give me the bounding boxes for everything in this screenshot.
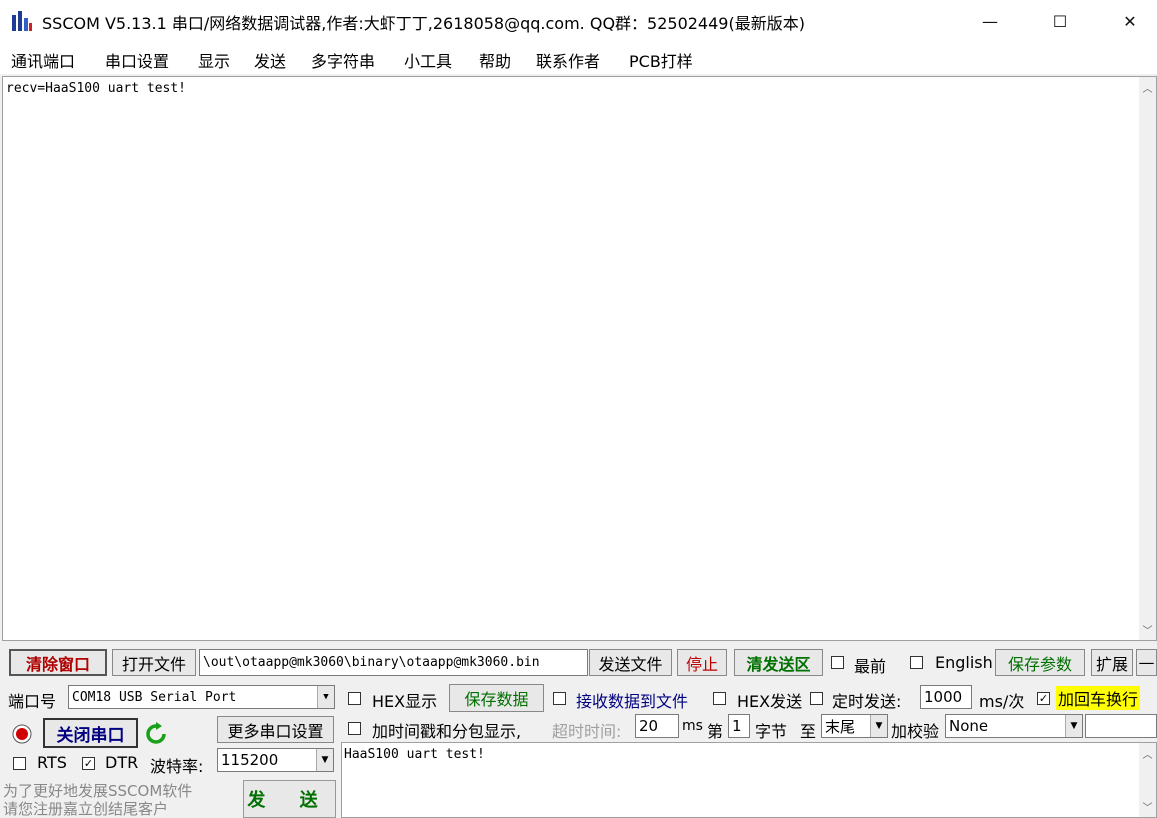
promo-line-1: 为了更好地发展SSCOM软件 bbox=[3, 782, 193, 800]
baud-label: 波特率: bbox=[150, 757, 204, 776]
port-label: 端口号 bbox=[8, 692, 57, 711]
timed-send-label: 定时发送: bbox=[832, 692, 902, 711]
menu-tools[interactable]: 小工具 bbox=[404, 48, 452, 72]
recv-to-file-checkbox[interactable] bbox=[553, 692, 566, 705]
byte-index-input[interactable]: 1 bbox=[728, 714, 750, 738]
menu-multi-string[interactable]: 多字符串 bbox=[311, 48, 375, 72]
timeout-unit-label: ms bbox=[682, 718, 703, 734]
receive-scrollbar[interactable]: ︿ ﹀ bbox=[1139, 77, 1156, 640]
hex-display-label: HEX显示 bbox=[372, 692, 438, 711]
port-value: COM18 USB Serial Port bbox=[72, 689, 237, 705]
receive-text: recv=HaaS100 uart test! bbox=[6, 81, 187, 96]
rts-checkbox[interactable] bbox=[13, 757, 26, 770]
port-status-icon bbox=[12, 724, 32, 744]
end-select[interactable]: 末尾 ▼ bbox=[821, 714, 888, 738]
to-label: 至 bbox=[800, 722, 817, 741]
dtr-checkbox[interactable]: ✓ bbox=[82, 757, 95, 770]
scroll-down-icon[interactable]: ﹀ bbox=[1139, 621, 1156, 638]
byte-no-label: 第 bbox=[707, 722, 724, 741]
interval-input[interactable]: 1000 bbox=[920, 685, 972, 709]
topmost-checkbox[interactable] bbox=[831, 656, 844, 669]
dtr-label: DTR bbox=[105, 753, 139, 772]
byte-unit-label: 字节 bbox=[755, 722, 788, 741]
clear-window-button[interactable]: 清除窗口 bbox=[9, 649, 107, 676]
send-text: HaaS100 uart test! bbox=[344, 747, 485, 762]
timeout-label: 超时时间: bbox=[552, 722, 622, 741]
send-textarea[interactable]: HaaS100 uart test! ︿ ﹀ bbox=[341, 742, 1157, 818]
maximize-button[interactable]: ☐ bbox=[1037, 0, 1083, 42]
hex-send-checkbox[interactable] bbox=[713, 692, 726, 705]
add-crlf-label: 加回车换行 bbox=[1056, 686, 1141, 710]
menu-comm-port[interactable]: 通讯端口 bbox=[11, 48, 75, 72]
english-label: English bbox=[935, 653, 993, 672]
menu-bar: 通讯端口 串口设置 显示 发送 多字符串 小工具 帮助 联系作者 PCB打样 bbox=[0, 42, 1157, 74]
send-file-button[interactable]: 发送文件 bbox=[589, 649, 672, 676]
baud-value: 115200 bbox=[221, 751, 279, 769]
scroll-up-icon[interactable]: ︿ bbox=[1139, 79, 1156, 96]
checksum-label: 加校验 bbox=[891, 722, 940, 741]
menu-pcb[interactable]: PCB打样 bbox=[629, 48, 693, 72]
english-checkbox[interactable] bbox=[910, 656, 923, 669]
hex-display-checkbox[interactable] bbox=[348, 692, 361, 705]
save-params-button[interactable]: 保存参数 bbox=[995, 649, 1085, 676]
add-crlf-checkbox[interactable]: ✓ bbox=[1037, 692, 1050, 705]
checksum-select[interactable]: None ▼ bbox=[945, 714, 1083, 738]
send-scroll-down-icon[interactable]: ﹀ bbox=[1139, 798, 1156, 815]
baud-dropdown-icon[interactable]: ▼ bbox=[316, 749, 333, 771]
timestamp-checkbox[interactable] bbox=[348, 722, 361, 735]
window-title: SSCOM V5.13.1 串口/网络数据调试器,作者:大虾丁丁,2618058… bbox=[42, 14, 805, 33]
baud-select[interactable]: 115200 ▼ bbox=[217, 748, 334, 772]
hex-send-label: HEX发送 bbox=[737, 692, 803, 711]
end-dropdown-icon[interactable]: ▼ bbox=[870, 715, 887, 737]
menu-help[interactable]: 帮助 bbox=[479, 48, 511, 72]
refresh-icon[interactable] bbox=[144, 722, 168, 746]
more-settings-button[interactable]: 更多串口设置 bbox=[217, 716, 334, 743]
send-button[interactable]: 发 送 bbox=[243, 780, 336, 818]
checksum-dropdown-icon[interactable]: ▼ bbox=[1065, 715, 1082, 737]
send-scrollbar[interactable]: ︿ ﹀ bbox=[1139, 743, 1156, 817]
promo-text: 为了更好地发展SSCOM软件 请您注册嘉立创结尾客户 bbox=[3, 782, 192, 818]
menu-serial-settings[interactable]: 串口设置 bbox=[105, 48, 169, 72]
timed-send-checkbox[interactable] bbox=[810, 692, 823, 705]
topmost-label: 最前 bbox=[854, 657, 887, 676]
collapse-button[interactable]: — bbox=[1136, 649, 1157, 676]
app-logo-icon bbox=[12, 11, 32, 31]
close-button[interactable]: ✕ bbox=[1107, 0, 1153, 42]
timeout-input[interactable]: 20 bbox=[635, 714, 679, 738]
minimize-button[interactable]: — bbox=[967, 0, 1013, 42]
rts-label: RTS bbox=[37, 753, 67, 772]
file-path-input[interactable]: \out\otaapp@mk3060\binary\otaapp@mk3060.… bbox=[199, 649, 588, 676]
title-bar: SSCOM V5.13.1 串口/网络数据调试器,作者:大虾丁丁,2618058… bbox=[0, 0, 1157, 42]
recv-to-file-label: 接收数据到文件 bbox=[576, 692, 689, 711]
timestamp-label: 加时间戳和分包显示, bbox=[372, 722, 522, 741]
open-file-button[interactable]: 打开文件 bbox=[112, 649, 196, 676]
save-data-button[interactable]: 保存数据 bbox=[449, 684, 544, 712]
promo-line-2: 请您注册嘉立创结尾客户 bbox=[3, 800, 169, 818]
send-scroll-up-icon[interactable]: ︿ bbox=[1139, 745, 1156, 762]
receive-area[interactable]: recv=HaaS100 uart test! ︿ ﹀ bbox=[2, 76, 1157, 641]
extra-input[interactable] bbox=[1085, 714, 1157, 738]
port-dropdown-icon[interactable]: ▼ bbox=[317, 686, 334, 708]
end-value: 末尾 bbox=[825, 717, 856, 736]
menu-contact-author[interactable]: 联系作者 bbox=[536, 48, 600, 72]
interval-unit-label: ms/次 bbox=[979, 692, 1025, 711]
clear-send-button[interactable]: 清发送区 bbox=[734, 649, 823, 676]
close-port-button[interactable]: 关闭串口 bbox=[43, 718, 138, 748]
menu-display[interactable]: 显示 bbox=[198, 48, 230, 72]
menu-send[interactable]: 发送 bbox=[254, 48, 286, 72]
stop-button[interactable]: 停止 bbox=[677, 649, 727, 676]
checksum-value: None bbox=[949, 717, 989, 735]
port-select[interactable]: COM18 USB Serial Port ▼ bbox=[68, 685, 335, 709]
expand-button[interactable]: 扩展 bbox=[1091, 649, 1133, 676]
